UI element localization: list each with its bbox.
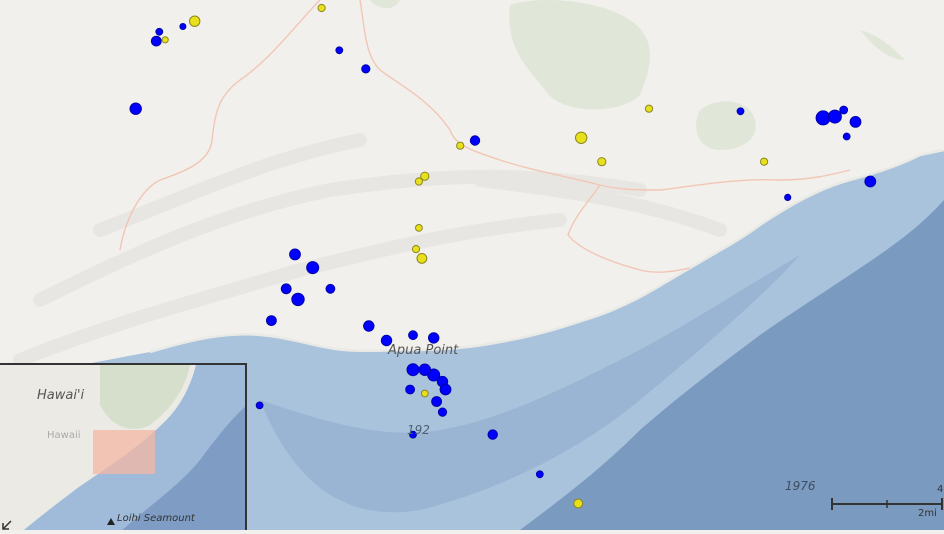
- depth-label-192: 192: [407, 423, 430, 437]
- overview-label-loihi: Loihi Seamount: [117, 513, 195, 524]
- earthquake-marker-deep[interactable]: [335, 46, 344, 55]
- scale-bar: 2mi 4: [830, 484, 944, 530]
- earthquake-marker-shallow[interactable]: [420, 389, 429, 398]
- earthquake-marker-deep[interactable]: [839, 105, 849, 115]
- earthquake-marker-deep[interactable]: [431, 396, 443, 407]
- earthquake-marker-shallow[interactable]: [415, 224, 423, 232]
- earthquake-marker-shallow[interactable]: [161, 36, 169, 44]
- earthquake-marker-deep[interactable]: [418, 363, 431, 376]
- earthquake-marker-deep[interactable]: [280, 283, 292, 295]
- earthquake-marker-deep[interactable]: [361, 64, 371, 74]
- apua-point-label: Apua Point: [388, 343, 459, 358]
- earthquake-marker-deep[interactable]: [535, 470, 544, 479]
- earthquake-marker-deep[interactable]: [129, 102, 142, 115]
- earthquake-marker-shallow[interactable]: [575, 131, 588, 145]
- earthquake-marker-shallow[interactable]: [573, 498, 584, 509]
- earthquake-marker-deep[interactable]: [255, 401, 264, 410]
- earthquake-marker-deep[interactable]: [437, 407, 448, 417]
- earthquake-marker-deep[interactable]: [306, 261, 320, 275]
- earthquake-marker-deep[interactable]: [849, 116, 862, 128]
- earthquake-marker-deep[interactable]: [864, 175, 877, 188]
- overview-label-hawaii-large: Hawai'i: [37, 388, 85, 403]
- earthquake-marker-shallow[interactable]: [414, 177, 423, 186]
- earthquake-marker-deep[interactable]: [784, 193, 792, 201]
- earthquake-marker-deep[interactable]: [150, 35, 162, 47]
- earthquake-marker-deep[interactable]: [289, 248, 301, 261]
- earthquake-marker-deep[interactable]: [469, 135, 481, 146]
- overview-extent-box: [93, 430, 155, 474]
- earthquake-marker-deep[interactable]: [428, 332, 440, 344]
- earthquake-marker-shallow[interactable]: [597, 157, 607, 167]
- earthquake-marker-shallow[interactable]: [416, 253, 428, 264]
- earthquake-marker-deep[interactable]: [439, 383, 452, 396]
- scale-label-right: 4: [937, 484, 944, 495]
- earthquake-marker-deep[interactable]: [405, 384, 416, 395]
- earthquake-marker-deep[interactable]: [842, 132, 851, 141]
- earthquake-marker-deep[interactable]: [406, 363, 420, 377]
- earthquake-marker-deep[interactable]: [155, 27, 164, 36]
- earthquake-marker-shallow[interactable]: [456, 141, 465, 150]
- earthquake-marker-deep[interactable]: [408, 330, 418, 341]
- earthquake-marker-shallow[interactable]: [317, 3, 326, 13]
- earthquake-marker-deep[interactable]: [325, 283, 336, 294]
- earthquake-marker-deep[interactable]: [179, 23, 187, 30]
- earthquake-marker-deep[interactable]: [363, 320, 375, 332]
- earthquake-marker-deep[interactable]: [291, 292, 305, 307]
- earthquake-marker-shallow[interactable]: [760, 157, 769, 166]
- earthquake-marker-deep[interactable]: [266, 315, 277, 327]
- depth-label-1976: 1976: [785, 479, 816, 493]
- earthquake-marker-shallow[interactable]: [411, 245, 421, 254]
- earthquake-marker-deep[interactable]: [487, 429, 498, 440]
- earthquake-marker-deep[interactable]: [827, 109, 842, 124]
- earthquake-marker-deep[interactable]: [815, 110, 831, 126]
- earthquake-marker-deep[interactable]: [736, 107, 745, 116]
- scale-label-mid: 2mi: [918, 508, 937, 519]
- earthquake-marker-shallow[interactable]: [189, 15, 201, 27]
- overview-map[interactable]: Hawai'i Hawaii Loihi Seamount: [0, 363, 247, 530]
- overview-label-hawaii-small: Hawaii: [47, 430, 81, 441]
- earthquake-marker-shallow[interactable]: [644, 104, 654, 113]
